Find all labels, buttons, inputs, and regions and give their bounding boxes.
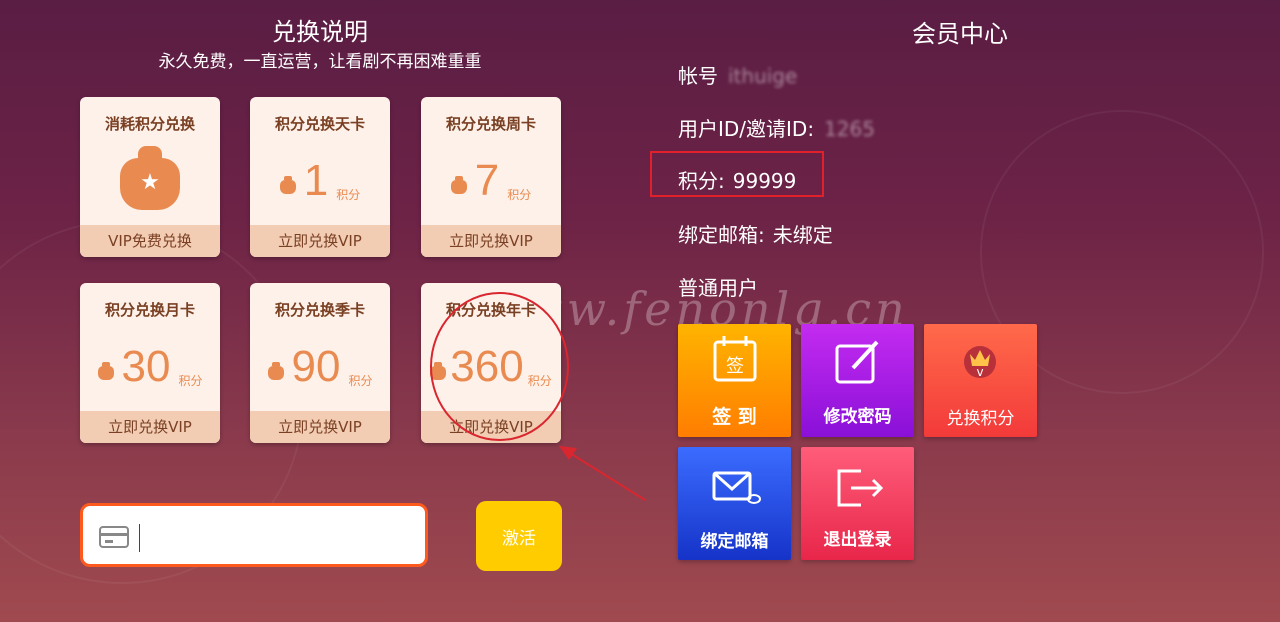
tile-label: 修改密码: [823, 407, 892, 427]
card-title: 积分兑换月卡: [104, 301, 195, 319]
account-label: 帐号: [678, 64, 718, 88]
card-footer: 立即兑换VIP: [80, 411, 220, 443]
user-type: 普通用户: [678, 276, 758, 300]
email-row: 绑定邮箱: 未绑定: [678, 219, 833, 248]
email-value: 未绑定: [772, 223, 833, 247]
exchange-card-week[interactable]: 积分兑换周卡 7 积分 立即兑换VIP: [421, 97, 561, 257]
calendar-sign-icon: 签: [713, 336, 757, 382]
card-amount: 7: [474, 156, 500, 205]
member-center-title: 会员中心: [912, 20, 1008, 48]
svg-text:签: 签: [726, 356, 744, 377]
money-bag-icon: [279, 176, 296, 194]
user-id-row: 用户ID/邀请ID: 1265: [678, 113, 875, 142]
card-amount: 90: [291, 342, 341, 391]
points-row: 积分: 99999: [678, 165, 796, 194]
card-title: 积分兑换天卡: [274, 115, 365, 133]
exchange-card-day[interactable]: 积分兑换天卡 1 积分 立即兑换VIP: [250, 97, 390, 257]
card-body: 30 积分: [80, 327, 220, 407]
exchange-card-points[interactable]: 消耗积分兑换 ★ VIP免费兑换: [80, 97, 220, 257]
points-label: 积分:: [678, 169, 725, 193]
exchange-title: 兑换说明: [272, 18, 368, 46]
tile-label: 签 到: [712, 406, 757, 428]
bind-email-tile[interactable]: 绑定邮箱: [678, 447, 791, 560]
user-id-label: 用户ID/邀请ID:: [678, 117, 815, 141]
card-title: 积分兑换季卡: [274, 301, 365, 319]
card-footer: 立即兑换VIP: [250, 225, 390, 257]
logout-icon: [837, 469, 884, 507]
credit-card-icon: [99, 526, 129, 548]
text-caret: [139, 524, 140, 552]
card-footer: 立即兑换VIP: [421, 225, 561, 257]
email-label: 绑定邮箱:: [678, 223, 765, 247]
exchange-points-tile[interactable]: v 兑换积分: [924, 324, 1037, 437]
points-value: 99999: [732, 169, 797, 193]
tile-label: 退出登录: [823, 530, 892, 550]
money-bag-star-icon: ★: [120, 146, 180, 210]
edit-icon: [835, 340, 879, 384]
card-amount: 30: [121, 342, 171, 391]
money-bag-icon: [450, 176, 467, 194]
card-unit: 积分: [348, 374, 373, 388]
sign-in-tile[interactable]: 签 签 到: [678, 324, 791, 437]
card-title: 积分兑换周卡: [445, 115, 536, 133]
card-footer: VIP免费兑换: [80, 225, 220, 257]
card-body: 7 积分: [421, 141, 561, 221]
tile-label: 绑定邮箱: [700, 532, 769, 552]
card-amount: 1: [303, 156, 329, 205]
card-body: 90 积分: [250, 327, 390, 407]
activate-button[interactable]: 激活: [476, 501, 562, 571]
account-value: ithuige: [728, 64, 798, 88]
annotation-arrow-icon: [559, 446, 646, 501]
svg-text:v: v: [976, 365, 983, 379]
exchange-subtitle: 永久免费，一直运营，让看剧不再困难重重: [158, 52, 482, 72]
exchange-card-month[interactable]: 积分兑换月卡 30 积分 立即兑换VIP: [80, 283, 220, 443]
change-password-tile[interactable]: 修改密码: [801, 324, 914, 437]
card-body: ★: [80, 141, 220, 221]
card-body: 1 积分: [250, 141, 390, 221]
mail-link-icon: [712, 471, 761, 504]
exchange-card-season[interactable]: 积分兑换季卡 90 积分 立即兑换VIP: [250, 283, 390, 443]
card-unit: 积分: [336, 188, 361, 202]
card-footer: 立即兑换VIP: [250, 411, 390, 443]
card-title: 消耗积分兑换: [104, 115, 195, 133]
user-id-value: 1265: [824, 117, 875, 141]
crown-v-icon: v: [964, 346, 996, 379]
card-unit: 积分: [178, 374, 203, 388]
tile-label: 兑换积分: [946, 409, 1015, 429]
money-bag-icon: [267, 362, 284, 380]
account-row: 帐号 ithuige: [678, 60, 797, 89]
highlight-circle: [430, 292, 569, 441]
activation-code-input[interactable]: [80, 503, 428, 567]
logout-tile[interactable]: 退出登录: [801, 447, 914, 560]
money-bag-icon: [97, 362, 114, 380]
card-unit: 积分: [507, 188, 532, 202]
